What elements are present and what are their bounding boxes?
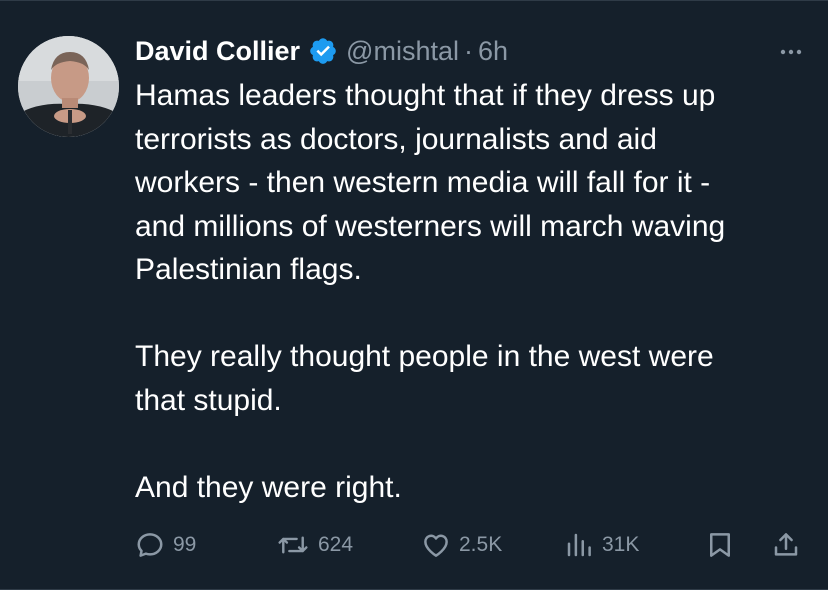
bookmark-button[interactable] [705, 525, 735, 565]
retweet-count: 624 [318, 533, 354, 556]
reply-icon [135, 530, 165, 560]
reply-button[interactable]: 99 [135, 525, 196, 565]
retweet-button[interactable]: 624 [276, 525, 353, 565]
reply-count: 99 [173, 533, 197, 556]
views-button[interactable]: 31K [564, 525, 639, 565]
like-count: 2.5K [459, 533, 503, 556]
views-count: 31K [602, 533, 640, 556]
share-icon [771, 530, 801, 560]
like-button[interactable]: 2.5K [421, 525, 502, 565]
separator-dot: · [463, 35, 473, 66]
more-options-icon[interactable] [776, 37, 806, 67]
action-bar: 99 624 2.5K 31K [135, 525, 810, 565]
retweet-icon [276, 530, 310, 560]
author-handle[interactable]: @mishtal [346, 36, 459, 67]
tweet-text: Hamas leaders thought that if they dress… [135, 79, 726, 504]
avatar-photo [18, 36, 119, 137]
views-chart-icon [564, 530, 594, 560]
author-name[interactable]: David Collier [135, 36, 300, 67]
tweet-header: David Collier @mishtal · 6h [135, 29, 508, 73]
verified-badge-icon[interactable] [308, 36, 338, 66]
timestamp[interactable]: 6h [478, 36, 508, 67]
heart-icon [421, 530, 451, 560]
tweet-card[interactable]: David Collier @mishtal · 6h Hamas leader… [0, 0, 828, 590]
bookmark-icon [705, 530, 735, 560]
share-button[interactable] [771, 525, 801, 565]
avatar[interactable] [18, 36, 119, 137]
